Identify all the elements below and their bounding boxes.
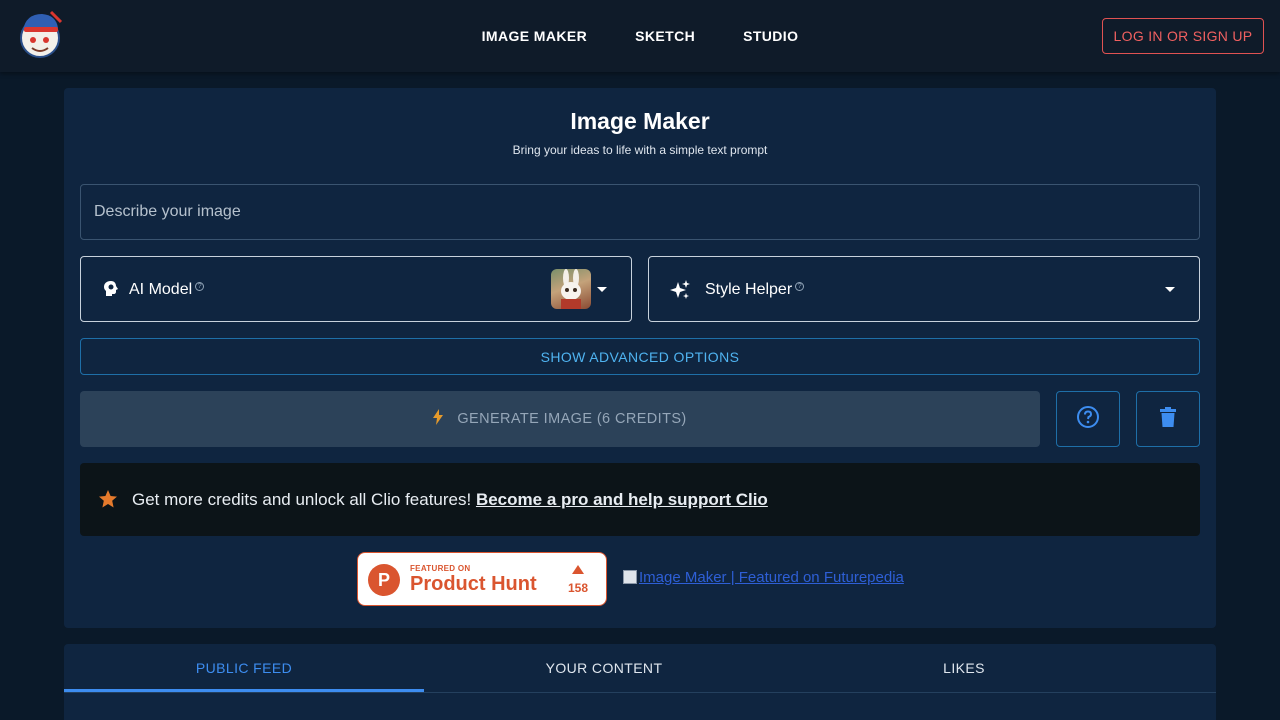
ai-model-select[interactable]: AI Model? bbox=[80, 256, 632, 322]
futurepedia-alt-text: Image Maker | Featured on Futurepedia bbox=[639, 569, 904, 586]
clear-button[interactable] bbox=[1136, 391, 1200, 447]
sparkles-icon bbox=[669, 279, 690, 299]
help-circle-icon[interactable]: ? bbox=[195, 281, 205, 291]
generate-image-label: GENERATE IMAGE (6 CREDITS) bbox=[457, 411, 687, 427]
become-pro-link[interactable]: Become a pro and help support Clio bbox=[476, 490, 768, 509]
content-tabs: PUBLIC FEED YOUR CONTENT LIKES bbox=[64, 644, 1216, 720]
main-nav: IMAGE MAKER SKETCH STUDIO bbox=[0, 0, 1280, 72]
show-advanced-options-button[interactable]: SHOW ADVANCED OPTIONS bbox=[80, 338, 1200, 375]
login-signup-button[interactable]: LOG IN OR SIGN UP bbox=[1102, 18, 1264, 54]
tab-public-feed[interactable]: PUBLIC FEED bbox=[64, 644, 424, 692]
ph-featured-label: FEATURED ON bbox=[410, 564, 471, 573]
futurepedia-badge-link[interactable]: Image Maker | Featured on Futurepedia bbox=[623, 569, 904, 586]
upvote-arrow-icon bbox=[572, 565, 584, 574]
star-icon bbox=[98, 489, 118, 509]
product-hunt-logo-icon: P bbox=[368, 564, 400, 596]
help-circle-icon[interactable]: ? bbox=[795, 281, 805, 291]
product-hunt-badge[interactable]: P FEATURED ON Product Hunt 158 bbox=[357, 552, 607, 606]
style-helper-label: Style Helper bbox=[705, 281, 793, 298]
tab-your-content[interactable]: YOUR CONTENT bbox=[424, 644, 784, 692]
top-navigation-bar: IMAGE MAKER SKETCH STUDIO LOG IN OR SIGN… bbox=[0, 0, 1280, 72]
image-maker-card: Image Maker Bring your ideas to life wit… bbox=[64, 88, 1216, 628]
ph-name: Product Hunt bbox=[410, 573, 537, 595]
nav-image-maker[interactable]: IMAGE MAKER bbox=[458, 20, 612, 52]
generate-image-button[interactable]: GENERATE IMAGE (6 CREDITS) bbox=[80, 391, 1040, 447]
nav-sketch[interactable]: SKETCH bbox=[611, 20, 719, 52]
prompt-input[interactable] bbox=[80, 184, 1200, 240]
model-thumbnail bbox=[551, 269, 591, 309]
promo-text: Get more credits and unlock all Clio fea… bbox=[132, 490, 472, 509]
chevron-down-icon[interactable] bbox=[597, 287, 607, 292]
broken-image-icon bbox=[623, 570, 637, 584]
question-circle-icon bbox=[1076, 405, 1100, 434]
lightning-icon bbox=[433, 408, 444, 430]
page-subtitle: Bring your ideas to life with a simple t… bbox=[512, 143, 768, 157]
ph-upvote-count: 158 bbox=[568, 581, 589, 595]
ai-model-label: AI Model bbox=[129, 281, 193, 298]
chevron-down-icon[interactable] bbox=[1165, 287, 1175, 292]
page-title: Image Maker bbox=[570, 108, 710, 134]
app-logo[interactable] bbox=[18, 8, 64, 58]
nav-studio[interactable]: STUDIO bbox=[719, 20, 822, 52]
trash-icon bbox=[1160, 406, 1176, 432]
upgrade-promo-banner: Get more credits and unlock all Clio fea… bbox=[80, 463, 1200, 536]
style-helper-select[interactable]: Style Helper? bbox=[648, 256, 1200, 322]
tab-likes[interactable]: LIKES bbox=[784, 644, 1144, 692]
brain-head-icon bbox=[101, 279, 121, 299]
tabs-divider bbox=[64, 692, 1216, 693]
help-button[interactable] bbox=[1056, 391, 1120, 447]
